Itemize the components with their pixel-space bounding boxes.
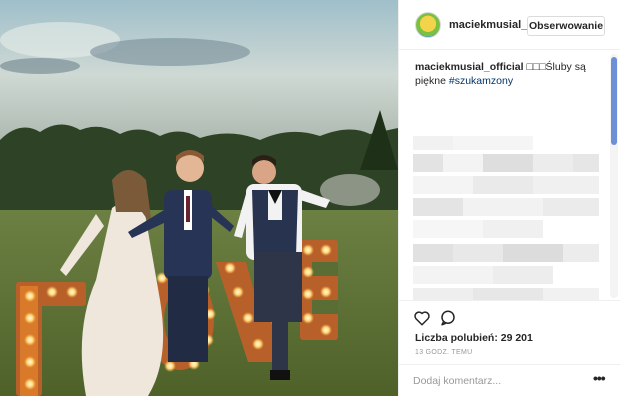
- post-actions: Liczba polubień: 29 201 13 GODZ. TEMU: [399, 300, 620, 370]
- caption-symbols: □□□: [526, 61, 546, 73]
- comments-section: maciekmusial_official □□□Śluby są piękne…: [399, 50, 620, 300]
- add-comment-input[interactable]: [413, 373, 573, 389]
- heart-icon[interactable]: [413, 309, 431, 327]
- comments-scrollbar-thumb[interactable]: [611, 57, 617, 145]
- caption-author-link[interactable]: maciekmusial_official: [415, 61, 524, 73]
- post-photo[interactable]: [0, 0, 398, 396]
- post-timestamp[interactable]: 13 GODZ. TEMU: [415, 349, 472, 356]
- following-button[interactable]: Obserwowanie: [527, 16, 605, 36]
- more-options-icon[interactable]: •••: [593, 371, 607, 387]
- wedding-photo-illustration: [0, 0, 398, 396]
- username-link[interactable]: maciekmusial_: [449, 19, 527, 31]
- pixelated-comments: [413, 136, 603, 300]
- post-sidebar: maciekmusial_ Obserwowanie maciekmusial_…: [398, 0, 620, 396]
- likes-count[interactable]: Liczba polubień: 29 201: [415, 332, 533, 344]
- avatar[interactable]: [415, 12, 441, 38]
- post-header: maciekmusial_ Obserwowanie: [399, 0, 620, 50]
- add-comment-bar: •••: [399, 364, 620, 396]
- hashtag-link[interactable]: #szukamzony: [449, 75, 513, 87]
- comment-icon[interactable]: [439, 309, 457, 327]
- caption: maciekmusial_official □□□Śluby są piękne…: [415, 60, 605, 88]
